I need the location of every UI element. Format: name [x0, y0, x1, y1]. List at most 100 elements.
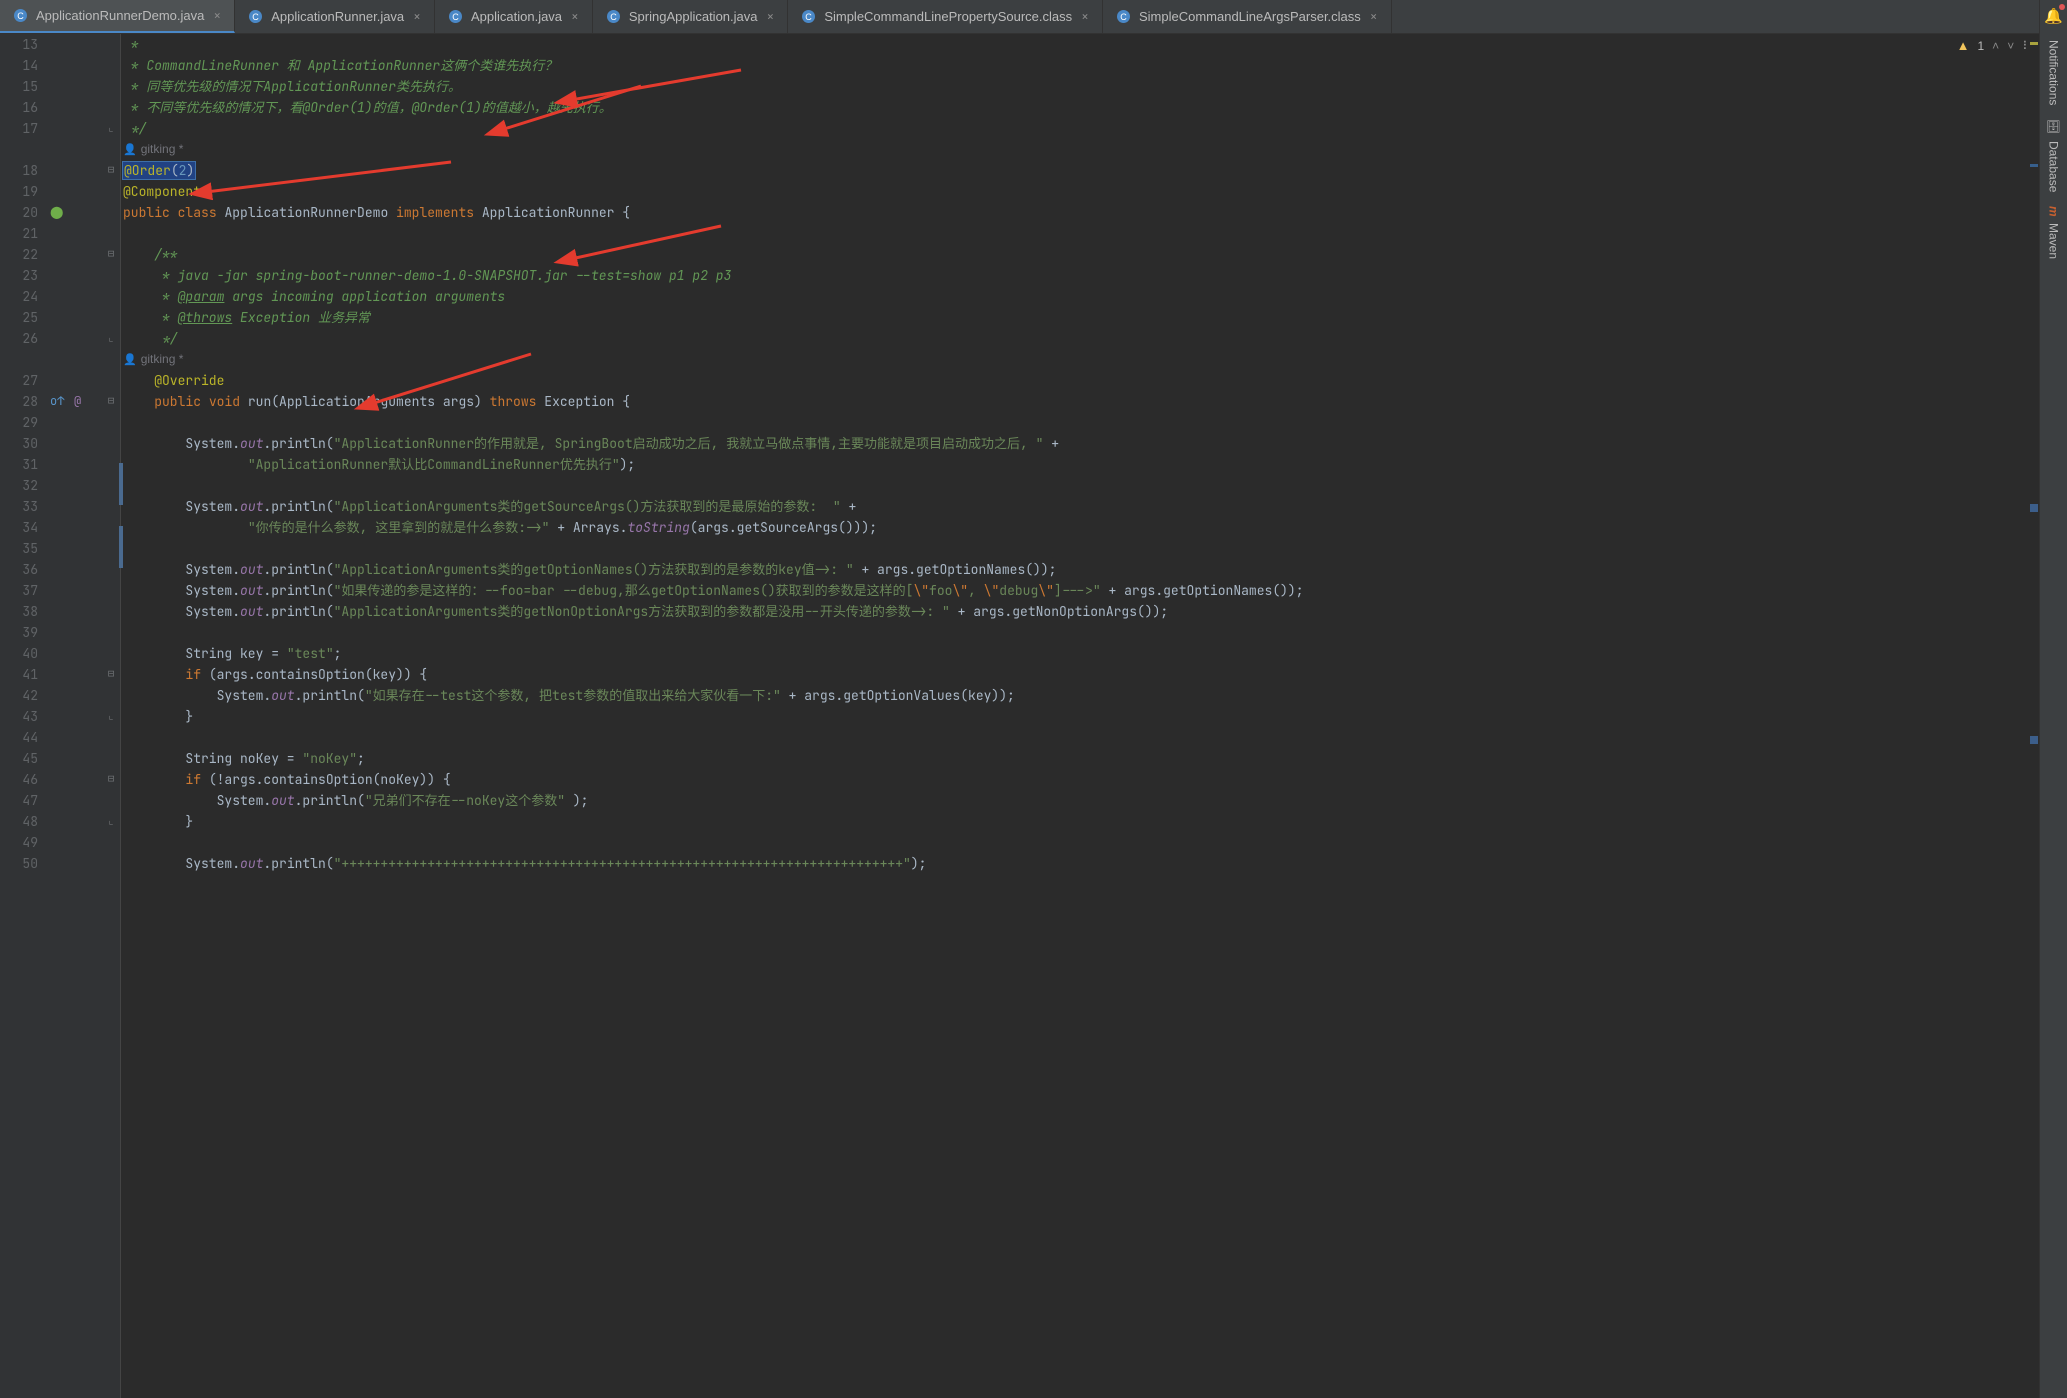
close-tab-icon[interactable]: × [213, 7, 221, 24]
database-toolwindow-button[interactable]: 🗄Database [2047, 119, 2061, 192]
fold-toggle-icon[interactable]: ⊟ [102, 664, 120, 685]
editor-tab[interactable]: C SpringApplication.java × [593, 0, 788, 33]
editor-tab[interactable]: C ApplicationRunnerDemo.java × [0, 0, 235, 33]
tab-label: ApplicationRunner.java [271, 9, 404, 24]
code-line[interactable]: */ [121, 328, 2039, 349]
code-line[interactable]: System.out.println("ApplicationArguments… [121, 601, 2039, 622]
tab-label: ApplicationRunnerDemo.java [36, 8, 204, 23]
code-line[interactable] [121, 223, 2039, 244]
java-file-icon: C [448, 9, 464, 25]
code-line[interactable]: System.out.println("兄弟们不存在--noKey这个参数" )… [121, 790, 2039, 811]
inspection-status[interactable]: ▲ 1 ˄ ˅ ⠇ [1957, 38, 2031, 53]
tab-label: SimpleCommandLineArgsParser.class [1139, 9, 1361, 24]
fold-end-icon: ⌞ [102, 706, 120, 727]
code-line[interactable]: @Order(2) [121, 160, 2039, 181]
code-line[interactable] [121, 832, 2039, 853]
close-tab-icon[interactable]: × [1370, 8, 1378, 25]
code-line[interactable]: public void run(ApplicationArguments arg… [121, 391, 2039, 412]
svg-text:C: C [610, 12, 617, 22]
code-line[interactable]: @Component [121, 181, 2039, 202]
close-tab-icon[interactable]: × [413, 8, 421, 25]
warning-icon: ▲ [1957, 38, 1970, 53]
code-line[interactable]: * 同等优先级的情况下ApplicationRunner类先执行。 [121, 76, 2039, 97]
maven-toolwindow-button[interactable]: mMaven [2047, 206, 2061, 259]
fold-toggle-icon[interactable]: ⊟ [102, 769, 120, 790]
editor-tab[interactable]: C Application.java × [435, 0, 593, 33]
code-line[interactable]: System.out.println("ApplicationRunner的作用… [121, 433, 2039, 454]
vcs-change-marker[interactable] [119, 463, 123, 505]
spring-bean-icon[interactable]: ⬤ [50, 202, 63, 223]
line-number-gutter: 1314151617181920212223242526272829303132… [0, 34, 46, 1398]
editor-tab[interactable]: C SimpleCommandLinePropertySource.class × [788, 0, 1103, 33]
code-line[interactable]: "ApplicationRunner默认比CommandLineRunner优先… [121, 454, 2039, 475]
code-line[interactable]: public class ApplicationRunnerDemo imple… [121, 202, 2039, 223]
notifications-toolwindow-button[interactable]: Notifications [2047, 40, 2061, 105]
fold-toggle-icon[interactable]: ⊟ [102, 391, 120, 412]
java-file-icon: C [801, 9, 817, 25]
prev-highlight-button[interactable]: ˄ [1992, 39, 1999, 53]
code-line[interactable]: String noKey = "noKey"; [121, 748, 2039, 769]
fold-end-icon: ⌞ [102, 811, 120, 832]
svg-text:C: C [806, 12, 813, 22]
vcs-change-marker[interactable] [119, 526, 123, 568]
svg-text:C: C [1120, 12, 1127, 22]
java-file-icon: C [13, 8, 29, 24]
fold-toggle-icon[interactable]: ⊟ [102, 244, 120, 265]
code-line[interactable]: } [121, 706, 2039, 727]
code-line[interactable]: @Override [121, 370, 2039, 391]
java-file-icon: C [606, 9, 622, 25]
fold-end-icon: ⌞ [102, 118, 120, 139]
error-stripe[interactable] [2027, 34, 2039, 1398]
close-tab-icon[interactable]: × [571, 8, 579, 25]
tool-window-sidebar: 🔔 Notifications 🗄Database mMaven [2039, 0, 2067, 1398]
code-line[interactable]: if (args.containsOption(key)) { [121, 664, 2039, 685]
annotation-gutter: ⬤ o↑ @ [46, 34, 102, 1398]
author-annotation: 👤gitking * [121, 349, 2039, 370]
code-line[interactable]: * [121, 34, 2039, 55]
code-line[interactable]: * @throws Exception 业务异常 [121, 307, 2039, 328]
editor-tab-bar: C ApplicationRunnerDemo.java × C Application… [0, 0, 2067, 34]
code-line[interactable]: System.out.println("ApplicationArguments… [121, 559, 2039, 580]
code-line[interactable]: /** [121, 244, 2039, 265]
close-tab-icon[interactable]: × [1081, 8, 1089, 25]
tab-label: SimpleCommandLinePropertySource.class [824, 9, 1072, 24]
tab-label: Application.java [471, 9, 562, 24]
java-file-icon: C [248, 9, 264, 25]
code-line[interactable] [121, 412, 2039, 433]
code-line[interactable] [121, 622, 2039, 643]
editor-tab[interactable]: C SimpleCommandLineArgsParser.class × [1103, 0, 1392, 33]
code-line[interactable]: * @param args incoming application argum… [121, 286, 2039, 307]
code-line[interactable] [121, 538, 2039, 559]
code-line[interactable] [121, 475, 2039, 496]
fold-toggle-icon[interactable]: ⊟ [102, 160, 120, 181]
tab-label: SpringApplication.java [629, 9, 758, 24]
code-area[interactable]: ▲ 1 ˄ ˅ ⠇ * * CommandLineRunner 和 Applic… [121, 34, 2039, 1398]
code-line[interactable]: "你传的是什么参数, 这里拿到的就是什么参数:->" + Arrays.toSt… [121, 517, 2039, 538]
code-line[interactable]: System.out.println("ApplicationArguments… [121, 496, 2039, 517]
fold-gutter: ⌞ ⊟ ⊟ ⌞ ⊟ ⊟ ⌞ ⊟ ⌞ [102, 34, 120, 1398]
editor-tab[interactable]: C ApplicationRunner.java × [235, 0, 435, 33]
code-line[interactable]: System.out.println("如果存在--test这个参数, 把tes… [121, 685, 2039, 706]
code-line[interactable]: */ [121, 118, 2039, 139]
code-line[interactable]: if (!args.containsOption(noKey)) { [121, 769, 2039, 790]
author-annotation: 👤gitking * [121, 139, 2039, 160]
fold-end-icon: ⌞ [102, 328, 120, 349]
next-highlight-button[interactable]: ˅ [2007, 39, 2014, 53]
warning-count: 1 [1977, 39, 1984, 53]
code-line[interactable]: System.out.println("++++++++++++++++++++… [121, 853, 2039, 874]
override-marker-icon[interactable]: o↑ [50, 391, 64, 412]
close-tab-icon[interactable]: × [767, 8, 775, 25]
code-line[interactable]: * CommandLineRunner 和 ApplicationRunner这… [121, 55, 2039, 76]
code-line[interactable]: * java -jar spring-boot-runner-demo-1.0-… [121, 265, 2039, 286]
svg-text:C: C [452, 12, 459, 22]
code-line[interactable] [121, 727, 2039, 748]
svg-text:C: C [17, 11, 24, 21]
java-file-icon: C [1116, 9, 1132, 25]
code-line[interactable]: String key = "test"; [121, 643, 2039, 664]
at-marker-icon: @ [74, 391, 81, 412]
code-line[interactable]: * 不同等优先级的情况下，看@Order(1)的值，@Order(1)的值越小，… [121, 97, 2039, 118]
code-line[interactable]: } [121, 811, 2039, 832]
code-line[interactable]: System.out.println("如果传递的参是这样的：--foo=bar… [121, 580, 2039, 601]
code-editor[interactable]: 1314151617181920212223242526272829303132… [0, 34, 2039, 1398]
notifications-icon[interactable]: 🔔 [2044, 6, 2063, 26]
